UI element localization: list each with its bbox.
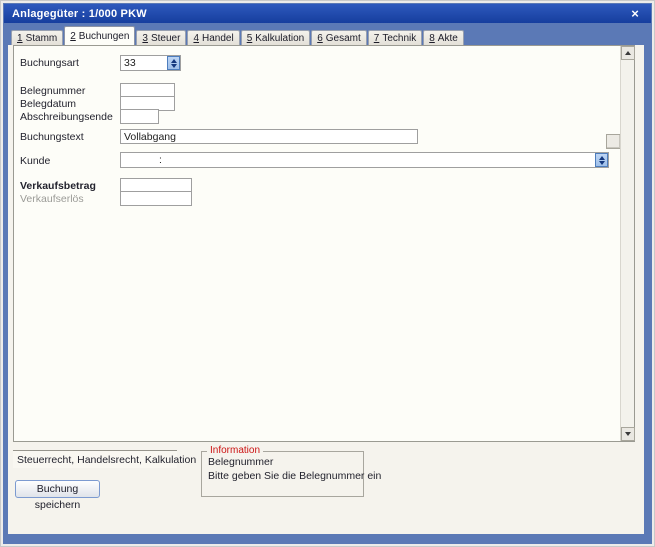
scroll-up-icon[interactable] <box>621 46 635 60</box>
buchungstext-input[interactable] <box>120 129 418 144</box>
buchungsart-updown-icon[interactable] <box>167 56 180 70</box>
tab-buchungen[interactable]: 2 Buchungen <box>64 26 136 45</box>
tab-technik[interactable]: 7 Technik <box>367 30 423 45</box>
abschreibungsende-label: Abschreibungsende <box>20 111 113 123</box>
titlebar: Anlagegüter : 1/000 PKW × <box>4 4 651 23</box>
form-panel: Buchungsart 33 Belegnummer Belegdatum Ab… <box>13 45 635 442</box>
information-box-title: Information <box>207 445 264 456</box>
tab-steuer[interactable]: 3 Steuer <box>136 30 187 45</box>
tab-stamm[interactable]: 1 Stamm <box>11 30 64 45</box>
belegnummer-label: Belegnummer <box>20 85 86 97</box>
save-booking-button[interactable]: Buchung speichern <box>15 480 100 511</box>
belegdatum-label: Belegdatum <box>20 98 77 110</box>
buchungsart-value: 33 <box>124 57 136 69</box>
window-title: Anlagegüter : 1/000 PKW <box>12 7 147 20</box>
dialog-body: Buchungsart 33 Belegnummer Belegdatum Ab… <box>8 45 644 534</box>
kunde-updown-icon[interactable] <box>595 153 608 167</box>
buchungstext-label: Buchungstext <box>20 131 84 143</box>
verkaufsbetrag-label: Verkaufsbetrag <box>20 180 96 192</box>
buchungsart-label: Buchungsart <box>20 57 79 69</box>
kunde-combo[interactable]: : <box>120 152 609 168</box>
kunde-label: Kunde <box>20 155 51 167</box>
vertical-scrollbar[interactable] <box>620 46 635 441</box>
verkaufserloes-label: Verkaufserlös <box>20 193 84 205</box>
tab-handel[interactable]: 4 Handel <box>187 30 240 45</box>
buchungsart-combo[interactable]: 33 <box>120 55 181 71</box>
tab-strip: 1 Stamm 2 Buchungen 3 Steuer 4 Handel 5 Kalku… <box>11 26 465 45</box>
tab-akte[interactable]: 8 Akte <box>423 30 464 45</box>
information-box: Information Belegnummer Bitte geben Sie … <box>201 445 381 497</box>
information-line-2: Bitte geben Sie die Belegnummer ein <box>208 470 382 482</box>
abschreibungsende-input[interactable] <box>120 109 159 124</box>
anlagegueter-dialog: Anlagegüter : 1/000 PKW × 1 Stamm 2 Buchun… <box>0 0 655 547</box>
close-icon[interactable]: × <box>627 7 643 20</box>
scroll-down-icon[interactable] <box>621 427 635 441</box>
tab-kalkulation[interactable]: 5 Kalkulation <box>240 30 311 45</box>
tab-gesamt[interactable]: 6 Gesamt <box>311 30 367 45</box>
information-line-1: Belegnummer <box>208 456 274 468</box>
verkaufserloes-input[interactable] <box>120 191 192 206</box>
buchungstext-browse-button[interactable] <box>606 134 621 149</box>
kunde-value: : <box>159 154 162 166</box>
context-status-text: Steuerrecht, Handelsrecht, Kalkulation <box>13 450 196 468</box>
